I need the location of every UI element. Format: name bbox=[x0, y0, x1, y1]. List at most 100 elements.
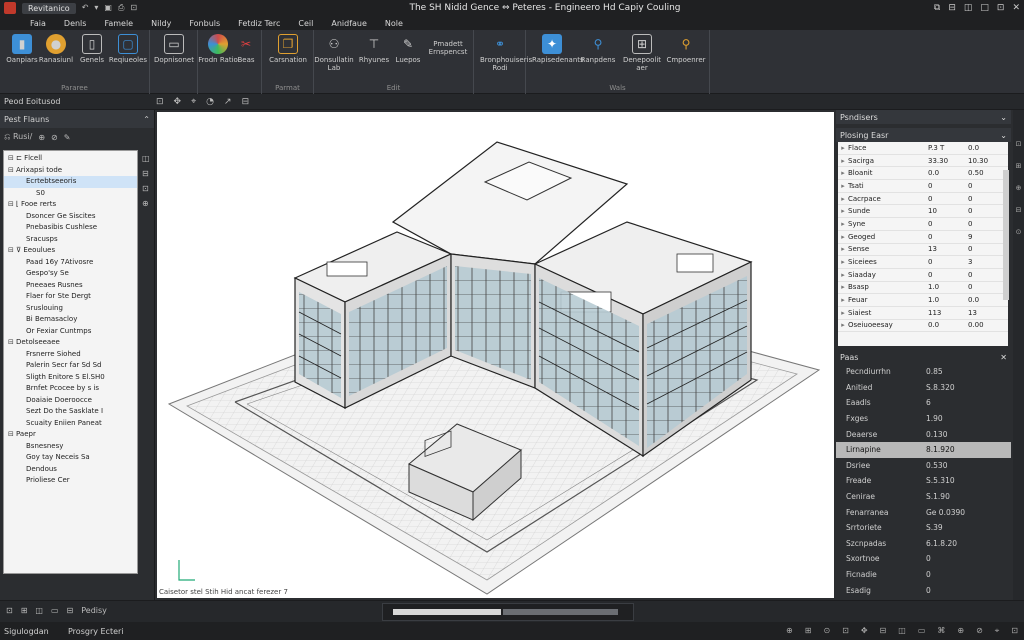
status-tool-icon[interactable]: ◫ bbox=[898, 626, 906, 636]
parameter-value[interactable]: 1.90 bbox=[926, 414, 943, 423]
expand-toggle-icon[interactable]: ⊟ bbox=[8, 165, 16, 177]
tree-node[interactable]: Dendous bbox=[4, 464, 137, 476]
tree-node[interactable]: ⊟ ⊏ Flcell bbox=[4, 153, 137, 165]
menu-item-2[interactable]: Denls bbox=[64, 19, 87, 28]
parameter-value[interactable]: 0 bbox=[926, 570, 931, 579]
status-tool-icon[interactable]: ⊡ bbox=[1011, 626, 1018, 636]
parameter-value[interactable]: S.5.310 bbox=[926, 476, 955, 485]
ribbon-button-11[interactable]: ✎ Luepos bbox=[388, 34, 428, 64]
status-tool-icon[interactable]: ⊘ bbox=[976, 626, 983, 636]
ribbon-button-3[interactable]: ▯ Genels bbox=[72, 34, 112, 64]
undo-icon[interactable]: ↶ bbox=[82, 3, 89, 13]
side-button-icon[interactable]: ⊟ bbox=[142, 169, 150, 178]
tree-node[interactable]: Brnfet Pcocee by s is bbox=[4, 383, 137, 395]
parameter-row[interactable]: Freade S.5.310 bbox=[836, 473, 1011, 489]
menu-item-7[interactable]: Ceil bbox=[298, 19, 313, 28]
status-tool-icon[interactable]: ⊙ bbox=[823, 626, 830, 636]
edge-tool-icon[interactable]: ⊞ bbox=[1016, 162, 1022, 170]
property-value-a[interactable]: 1.0 bbox=[928, 296, 968, 304]
pan-icon[interactable]: ✥ bbox=[174, 97, 182, 107]
tree-node[interactable]: Bsnesnesy bbox=[4, 441, 137, 453]
property-value-a[interactable]: 0 bbox=[928, 195, 968, 203]
menu-item-3[interactable]: Famele bbox=[104, 19, 133, 28]
parameter-row[interactable]: Sxortnoe 0 bbox=[836, 551, 1011, 567]
parameter-row[interactable]: Cenirae S.1.90 bbox=[836, 489, 1011, 505]
parameter-value[interactable]: 6 bbox=[926, 398, 931, 407]
property-value-a[interactable]: 0.0 bbox=[928, 321, 968, 329]
parameter-row[interactable]: Deaerse 0.130 bbox=[836, 426, 1011, 442]
arrow-icon[interactable]: ↗ bbox=[224, 97, 232, 107]
tree-node[interactable]: ⊟ ⌊ Fooe rerts bbox=[4, 199, 137, 211]
tree-node[interactable]: Gespo'sy Se bbox=[4, 268, 137, 280]
ribbon-button-2[interactable]: ● Ranasiunl bbox=[36, 34, 76, 64]
print-icon[interactable]: ⎙ bbox=[118, 3, 124, 13]
edge-tool-icon[interactable]: ⊡ bbox=[1016, 140, 1022, 148]
view-scale-icon[interactable]: ⊡ bbox=[6, 606, 13, 615]
property-value-b[interactable]: 0.0 bbox=[968, 296, 1008, 304]
parameter-value[interactable]: 8.1.920 bbox=[926, 445, 955, 454]
property-value-a[interactable]: 0 bbox=[928, 182, 968, 190]
menu-item-8[interactable]: Anidfaue bbox=[331, 19, 367, 28]
side-button-icon[interactable]: ⊕ bbox=[142, 199, 150, 208]
property-row[interactable]: ▸ Syne 0 0 bbox=[838, 218, 1008, 231]
property-value-b[interactable]: 0.50 bbox=[968, 169, 1008, 177]
orbit-icon[interactable]: ◔ bbox=[206, 97, 214, 107]
tree-node[interactable]: Doaiaie Doeroocce bbox=[4, 395, 137, 407]
menu-item-6[interactable]: Fetdiz Terc bbox=[238, 19, 280, 28]
property-value-b[interactable]: 0 bbox=[968, 283, 1008, 291]
property-value-b[interactable]: 0 bbox=[968, 271, 1008, 279]
maximize-icon[interactable]: □ bbox=[980, 3, 989, 13]
parameter-row[interactable]: Szcnpadas 6.1.8.20 bbox=[836, 536, 1011, 552]
edge-tool-icon[interactable]: ⊙ bbox=[1016, 228, 1022, 236]
view-tool-icon[interactable]: ⊡ bbox=[156, 97, 164, 107]
ribbon-button-9[interactable]: ⚇ Donsullatin Lab bbox=[314, 34, 354, 72]
tree-node[interactable]: Sezt Do the Sasklate I bbox=[4, 406, 137, 418]
property-row[interactable]: ▸ Bloanit 0.0 0.50 bbox=[838, 167, 1008, 181]
property-row[interactable]: ▸ Sunde 10 0 bbox=[838, 205, 1008, 219]
status-tool-icon[interactable]: ✥ bbox=[861, 626, 868, 636]
properties-scrollbar[interactable] bbox=[1003, 170, 1009, 300]
parameter-value[interactable]: 0 bbox=[926, 554, 931, 563]
property-row[interactable]: ▸ Siaiest 113 13 bbox=[838, 307, 1008, 320]
menu-item-file[interactable]: Faia bbox=[30, 19, 46, 28]
minimize-icon[interactable]: ⊟ bbox=[948, 3, 956, 13]
app-logo-icon[interactable] bbox=[4, 2, 16, 14]
target-icon[interactable]: ⌖ bbox=[191, 97, 196, 107]
file-tab[interactable]: Revitanico bbox=[22, 2, 76, 14]
edge-tool-icon[interactable]: ⊕ bbox=[1016, 184, 1022, 192]
menu-item-5[interactable]: Fonbuls bbox=[189, 19, 220, 28]
status-tool-icon[interactable]: ⊞ bbox=[805, 626, 812, 636]
property-value-a[interactable]: 33.30 bbox=[928, 157, 968, 165]
tree-node[interactable]: Pnebasibis Cushlese bbox=[4, 222, 137, 234]
property-value-b[interactable]: 9 bbox=[968, 233, 1008, 241]
parameter-value[interactable]: Ge 0.0390 bbox=[926, 508, 965, 517]
expand-toggle-icon[interactable]: ⊟ bbox=[8, 429, 16, 441]
properties-table[interactable]: ▸ Flace P.3 T 0.0 ▸ Sacirga 33.30 10.30 ▸ Bloanit… bbox=[838, 142, 1008, 346]
status-tool-icon[interactable]: ⊟ bbox=[880, 626, 887, 636]
status-tool-icon[interactable]: ⌘ bbox=[937, 626, 945, 636]
parameter-value[interactable]: S.1.90 bbox=[926, 492, 950, 501]
tree-node[interactable]: Ecrtebtseeoris bbox=[4, 176, 137, 188]
detail-level-icon[interactable]: ⊞ bbox=[21, 606, 28, 615]
property-row[interactable]: ▸ Oseiuoeesay 0.0 0.00 bbox=[838, 320, 1008, 333]
property-row[interactable]: ▸ Siceiees 0 3 bbox=[838, 256, 1008, 269]
tree-node[interactable]: Dsoncer Ge Siscites bbox=[4, 211, 137, 223]
command-line[interactable]: Caisetor stel Stih Hid ancat ferezer 7 bbox=[159, 588, 288, 596]
parameter-row[interactable]: Fenarranea Ge 0.0390 bbox=[836, 504, 1011, 520]
expand-toggle-icon[interactable]: ⊟ bbox=[8, 199, 16, 211]
fullscreen-icon[interactable]: ⊡ bbox=[997, 3, 1005, 13]
visual-style-icon[interactable]: ◫ bbox=[35, 606, 43, 615]
tree-node[interactable]: Frsnerre Siohed bbox=[4, 349, 137, 361]
parameter-row[interactable]: Fxges 1.90 bbox=[836, 411, 1011, 427]
property-row[interactable]: ▸ Tsati 0 0 bbox=[838, 180, 1008, 193]
status-tool-icon[interactable]: ⊕ bbox=[786, 626, 793, 636]
status-tool-icon[interactable]: ⊕ bbox=[957, 626, 964, 636]
parameter-row[interactable]: Lirnapine 8.1.920 bbox=[836, 441, 1011, 458]
tree-node[interactable]: Prioliese Cer bbox=[4, 475, 137, 487]
collapse-icon[interactable]: ⌃ bbox=[143, 115, 150, 124]
property-value-b[interactable]: 0.0 bbox=[968, 144, 1008, 152]
property-row[interactable]: ▸ Feuar 1.0 0.0 bbox=[838, 294, 1008, 307]
tree-node[interactable]: Or Fexiar Cuntmps bbox=[4, 326, 137, 338]
status-tool-icon[interactable]: ⌖ bbox=[995, 626, 1000, 636]
property-value-b[interactable]: 0.00 bbox=[968, 321, 1008, 329]
